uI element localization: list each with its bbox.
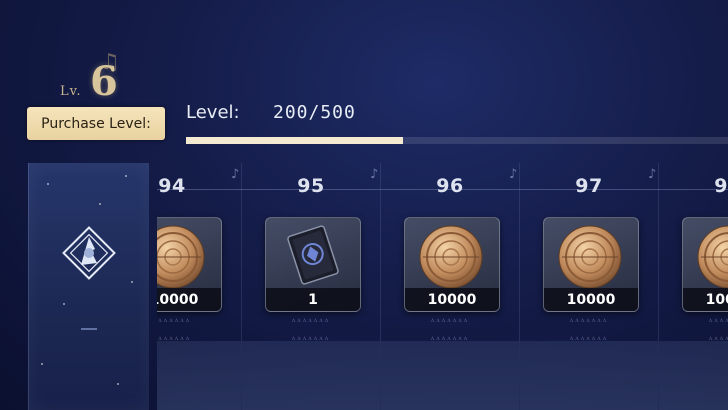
decorative-text: ᴧᴧᴧᴧᴧᴧᴧ [157,334,192,342]
reward-item-card[interactable]: 10000 [682,217,728,312]
panel-divider [81,328,97,330]
reward-level-number: 95 [297,175,325,197]
reward-level-number: 98 [714,175,728,197]
reward-quantity: 1 [266,288,360,311]
level-label: Level: [186,102,240,123]
reward-level-number: 94 [158,175,186,197]
reward-column: ♪ 98 10000 ᴧᴧᴧᴧᴧᴧᴧ ᴧᴧᴧᴧᴧᴧᴧ [658,163,728,410]
decorative-text: ᴧᴧᴧᴧᴧᴧᴧ [569,334,609,342]
reward-column: ♪ 97 10000 ᴧᴧᴧᴧᴧᴧᴧ ᴧᴧᴧᴧᴧᴧᴧ [519,163,658,410]
reward-item-card[interactable]: 10000 [404,217,500,312]
reward-column: ♪ 95 1 ᴧᴧᴧᴧᴧᴧᴧ ᴧᴧᴧᴧᴧᴧᴧ [241,163,380,410]
decorative-text: ᴧᴧᴧᴧᴧᴧᴧ [708,316,728,324]
reward-quantity: 10000 [157,288,221,311]
premium-reward-slot[interactable] [520,341,658,410]
rank-number: 6 [90,58,118,105]
reward-level-number: 97 [575,175,603,197]
level-value: 200/500 [273,102,356,123]
decorative-text: ᴧᴧᴧᴧᴧᴧᴧ [291,316,331,324]
decorative-text: ᴧᴧᴧᴧᴧᴧᴧ [291,334,331,342]
rank-badge: ♫ Lv. 6 [60,50,160,110]
premium-reward-slot[interactable] [381,341,519,410]
reward-level-number: 96 [436,175,464,197]
level-progress-bar [186,137,728,144]
rank-prefix: Lv. [60,84,82,99]
purchase-level-button[interactable]: Purchase Level: [27,107,165,140]
reward-column: ♪ 96 10000 ᴧᴧᴧᴧᴧᴧᴧ ᴧᴧᴧᴧᴧᴧᴧ [380,163,519,410]
reward-track: ♪ 94 10000 ᴧᴧᴧᴧᴧᴧᴧ ᴧᴧᴧᴧᴧᴧᴧ ♪ 95 [157,163,728,410]
decorative-text: ᴧᴧᴧᴧᴧᴧᴧ [708,334,728,342]
reward-item-card[interactable]: 10000 [157,217,222,312]
premium-reward-slot[interactable] [242,341,380,410]
reward-quantity: 10000 [544,288,638,311]
reward-quantity: 10000 [405,288,499,311]
reward-item-card[interactable]: 1 [265,217,361,312]
reward-track-side-panel[interactable] [28,163,149,410]
decorative-text: ᴧᴧᴧᴧᴧᴧᴧ [157,316,192,324]
reward-column: ♪ 94 10000 ᴧᴧᴧᴧᴧᴧᴧ ᴧᴧᴧᴧᴧᴧᴧ [157,163,241,410]
premium-reward-slot[interactable] [157,341,241,410]
decorative-text: ᴧᴧᴧᴧᴧᴧᴧ [430,316,470,324]
decorative-text: ᴧᴧᴧᴧᴧᴧᴧ [569,316,609,324]
reward-item-card[interactable]: 10000 [543,217,639,312]
battle-pass-emblem-icon [62,226,116,280]
reward-quantity: 10000 [683,288,728,311]
decorative-text: ᴧᴧᴧᴧᴧᴧᴧ [430,334,470,342]
level-progress-fill [186,137,403,144]
premium-reward-slot[interactable] [659,341,728,410]
